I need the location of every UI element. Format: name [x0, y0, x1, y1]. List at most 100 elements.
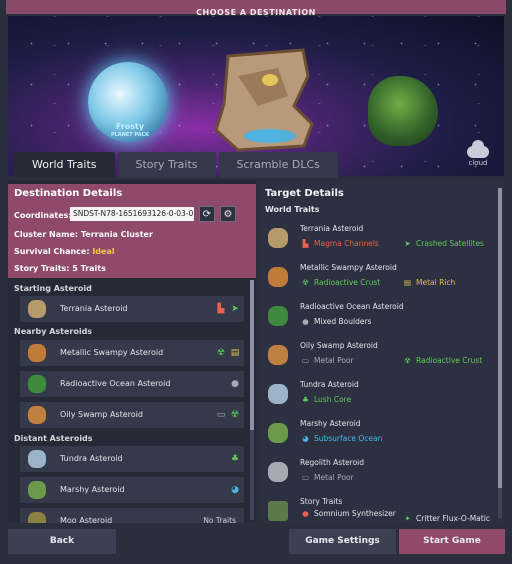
terrania-asteroid-icon — [268, 228, 288, 248]
asteroid-row-terrania[interactable]: Terrania Asteroid ▙ ➤ — [20, 296, 244, 322]
metallic-swampy-asteroid-icon — [268, 267, 288, 287]
back-button[interactable]: Back — [8, 529, 116, 554]
marshy-asteroid-icon — [28, 481, 46, 499]
critter-flux-icon: ✦ — [404, 514, 411, 523]
radioactive-ocean-asteroid-icon — [268, 306, 288, 326]
cloud-indicator: cloud — [462, 140, 494, 167]
trait-metal-rich: ▤ Metal Rich — [403, 278, 456, 287]
mixed-boulders-icon: ● — [231, 379, 239, 389]
distant-asteroids-header: Distant Asteroids — [14, 434, 93, 443]
no-traits-label: No Traits — [203, 516, 236, 523]
right-scrollbar-thumb[interactable] — [498, 188, 502, 488]
destination-details: Destination Details Coordinates: SNDST-N… — [8, 184, 256, 278]
survival-value: Ideal — [92, 247, 115, 256]
cloud-icon — [467, 140, 489, 158]
target-asteroid-marshy: Marshy Asteroid ◕ Subsurface Ocean — [268, 419, 492, 455]
target-asteroid-terrania: Terrania Asteroid ▙ Magma Channels ➤ Crash… — [268, 224, 492, 260]
asteroid-row-radioactive-ocean[interactable]: Radioactive Ocean Asteroid ● — [20, 371, 244, 397]
target-asteroid-oily-swamp: Oily Swamp Asteroid ▭ Metal Poor ☢ Radioac… — [268, 341, 492, 377]
cluster-name: Cluster Name: Terrania Cluster — [14, 230, 153, 239]
lush-core-icon: ♣ — [302, 395, 309, 404]
story-trait-somnium: ● Somnium Synthesizer — [300, 509, 396, 518]
metal-rich-icon: ▤ — [230, 348, 240, 358]
radioactive-asteroid-preview-icon[interactable] — [368, 76, 438, 146]
target-asteroid-regolith: Regolith Asteroid ▭ Metal Poor — [268, 458, 492, 494]
terrania-asteroid-icon — [28, 300, 46, 318]
target-asteroid-tundra: Tundra Asteroid ♣ Lush Core — [268, 380, 492, 416]
metal-poor-icon: ▭ — [301, 473, 310, 482]
cloud-label: cloud — [468, 159, 488, 167]
target-details-title: Target Details — [265, 188, 344, 199]
trait-mixed-boulders: ● Mixed Boulders — [300, 317, 371, 326]
trait-crashed-satellites: ➤ Crashed Satellites — [402, 239, 484, 248]
frosty-planet-pack-label: Frosty PLANET PACK — [110, 122, 150, 138]
settings-gear-icon[interactable]: ⚙ — [220, 206, 236, 222]
target-story-traits: Story Traits ● Somnium Synthesizer ✦ Critt… — [268, 497, 492, 533]
target-asteroid-metallic-swampy: Metallic Swampy Asteroid ☢ Radioactive Cr… — [268, 263, 492, 299]
target-asteroid-radioactive-ocean: Radioactive Ocean Asteroid ● Mixed Boulde… — [268, 302, 492, 338]
story-trait-icon — [268, 501, 288, 521]
left-scrollbar-thumb[interactable] — [250, 280, 254, 430]
trait-radioactive-crust: ☢ Radioactive Crust — [402, 356, 482, 365]
trait-subsurface-ocean: ◕ Subsurface Ocean — [300, 434, 382, 443]
trait-metal-poor: ▭ Metal Poor — [301, 473, 354, 482]
survival-chance: Survival Chance: Ideal — [14, 247, 115, 256]
crashed-satellites-icon: ➤ — [231, 304, 239, 314]
tab-scramble-dlcs[interactable]: Scramble DLCs — [218, 152, 338, 178]
magma-channels-icon: ▙ — [302, 239, 309, 248]
coordinates-input[interactable]: SNDST-N78-1651693126-0-03-0 — [70, 207, 194, 221]
lush-core-icon: ♣ — [230, 454, 240, 464]
tab-story-traits[interactable]: Story Traits — [117, 152, 216, 178]
nearby-asteroids-header: Nearby Asteroids — [14, 327, 93, 336]
crashed-satellites-icon: ➤ — [404, 239, 411, 248]
destination-details-title: Destination Details — [14, 188, 123, 199]
tundra-asteroid-icon — [268, 384, 288, 404]
title-bar: CHOOSE A DESTINATION — [6, 0, 506, 17]
metal-poor-icon: ▭ — [301, 356, 310, 365]
tundra-asteroid-icon — [28, 450, 46, 468]
metal-poor-icon: ▭ — [216, 410, 226, 420]
left-scrollbar[interactable] — [250, 280, 254, 520]
radioactive-icon: ☢ — [216, 348, 226, 358]
asteroid-row-metallic-swampy[interactable]: Metallic Swampy Asteroid ☢ ▤ — [20, 340, 244, 366]
right-scrollbar[interactable] — [498, 188, 502, 518]
destination-screen: CHOOSE A DESTINATION 🡐 🡒 Frosty PLANET P… — [0, 0, 512, 564]
tab-world-traits[interactable]: World Traits — [14, 152, 115, 178]
radioactive-ocean-asteroid-icon — [28, 375, 46, 393]
metal-rich-icon: ▤ — [403, 278, 412, 287]
radioactive-icon: ☢ — [230, 410, 240, 420]
oily-swamp-asteroid-icon — [28, 406, 46, 424]
radioactive-icon: ☢ — [404, 356, 411, 365]
trait-lush-core: ♣ Lush Core — [300, 395, 351, 404]
story-trait-critter-flux: ✦ Critter Flux-O-Matic — [402, 514, 490, 523]
magma-channels-icon: ▙ — [217, 304, 225, 314]
asteroid-list: Starting Asteroid Terrania Asteroid ▙ ➤ … — [8, 282, 248, 523]
marshy-asteroid-icon — [268, 423, 288, 443]
oily-swamp-asteroid-icon — [268, 345, 288, 365]
asteroid-row-tundra[interactable]: Tundra Asteroid ♣ — [20, 446, 244, 472]
tab-bar: World Traits Story Traits Scramble DLCs — [14, 152, 338, 178]
coordinates-label: Coordinates: — [14, 211, 72, 220]
game-settings-button[interactable]: Game Settings — [289, 529, 396, 554]
subsurface-ocean-icon: ◕ — [302, 434, 309, 443]
target-details-panel: Target Details World Traits Terrania Ast… — [260, 180, 504, 523]
moo-asteroid-icon — [28, 512, 46, 523]
radioactive-icon: ☢ — [302, 278, 309, 287]
asteroid-row-oily-swamp[interactable]: Oily Swamp Asteroid ▭ ☢ — [20, 402, 244, 428]
terrania-asteroid-preview-icon[interactable] — [208, 46, 320, 156]
regolith-asteroid-icon — [268, 462, 288, 482]
asteroid-row-moo[interactable]: Moo Asteroid No Traits — [20, 508, 244, 523]
trait-metal-poor: ▭ Metal Poor — [301, 356, 354, 365]
story-traits-count: Story Traits: 5 Traits — [14, 264, 106, 273]
metallic-swampy-asteroid-icon — [28, 344, 46, 362]
somnium-synthesizer-icon: ● — [302, 509, 309, 518]
start-game-button[interactable]: Start Game — [399, 529, 505, 554]
subsurface-ocean-icon: ◕ — [231, 485, 239, 495]
starting-asteroid-header: Starting Asteroid — [14, 284, 92, 293]
world-traits-header: World Traits — [265, 205, 320, 214]
mixed-boulders-icon: ● — [302, 317, 309, 326]
reroll-coordinates-icon[interactable]: ⟳ — [199, 206, 215, 222]
asteroid-row-marshy[interactable]: Marshy Asteroid ◕ — [20, 477, 244, 503]
trait-radioactive-crust: ☢ Radioactive Crust — [300, 278, 380, 287]
left-panel: Destination Details Coordinates: SNDST-N… — [8, 180, 256, 523]
